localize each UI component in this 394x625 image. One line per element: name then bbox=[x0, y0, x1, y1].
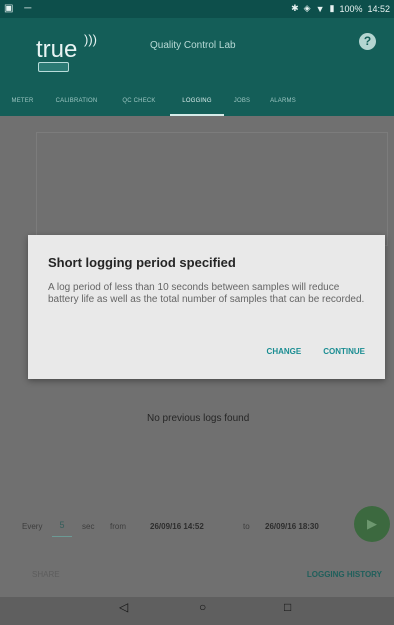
bluetooth-icon: ✱ bbox=[291, 3, 299, 13]
status-right: ✱ ◈ ▼ ▮ 100% 14:52 bbox=[291, 3, 390, 14]
status-notifications: ▣ ─ bbox=[4, 3, 36, 14]
short-logging-period-dialog: Short logging period specified A log per… bbox=[28, 235, 385, 379]
app-title: Quality Control Lab bbox=[150, 40, 236, 51]
from-label: from bbox=[110, 522, 126, 531]
status-bar: ▣ ─ ✱ ◈ ▼ ▮ 100% 14:52 bbox=[0, 0, 394, 18]
home-icon[interactable]: ○ bbox=[199, 600, 206, 614]
bottom-actions: SHARE LOGGING HISTORY bbox=[0, 560, 394, 590]
change-button[interactable]: CHANGE bbox=[267, 347, 302, 356]
battery-icon: ▮ bbox=[329, 3, 335, 13]
help-icon[interactable]: ? bbox=[359, 33, 376, 50]
logo-text: true bbox=[36, 36, 78, 63]
logging-history-button[interactable]: LOGGING HISTORY bbox=[307, 570, 382, 579]
start-logging-button[interactable]: ▶ bbox=[354, 506, 390, 542]
dialog-message: A log period of less than 10 seconds bet… bbox=[48, 282, 365, 305]
tab-calibration[interactable]: CALIBRATION bbox=[45, 90, 108, 116]
tab-qc-check[interactable]: QC CHECK bbox=[108, 90, 170, 116]
play-icon: ▶ bbox=[367, 516, 377, 531]
every-label: Every bbox=[22, 522, 43, 531]
tab-logging[interactable]: LOGGING bbox=[170, 90, 224, 116]
main-tabs: METER CALIBRATION QC CHECK LOGGING JOBS … bbox=[0, 90, 394, 116]
no-logs-message: No previous logs found bbox=[147, 413, 250, 424]
clock: 14:52 bbox=[367, 3, 390, 14]
logging-controls: Every 5 sec from 26/09/16 14:52 to 26/09… bbox=[22, 506, 394, 542]
true-logo: true ))) bbox=[36, 32, 106, 78]
continue-button[interactable]: CONTINUE bbox=[323, 347, 365, 356]
logo-wave-icon: ))) bbox=[84, 32, 97, 47]
app-toolbar: true ))) Quality Control Lab ? METER CAL… bbox=[0, 18, 394, 116]
android-navigation-bar: ◁ ○ □ bbox=[0, 597, 394, 625]
vibrate-icon: ◈ bbox=[303, 3, 311, 13]
logo-badge bbox=[38, 62, 69, 72]
share-button[interactable]: SHARE bbox=[32, 570, 60, 579]
from-date-time[interactable]: 26/09/16 14:52 bbox=[150, 522, 204, 531]
wifi-icon: ▼ bbox=[315, 3, 325, 14]
dimmed-log-panel bbox=[36, 132, 388, 246]
back-icon[interactable]: ◁ bbox=[119, 600, 128, 614]
log-period-input[interactable]: 5 bbox=[52, 518, 72, 537]
dialog-title: Short logging period specified bbox=[48, 255, 236, 270]
seconds-label: sec bbox=[82, 522, 95, 531]
tab-meter[interactable]: METER bbox=[0, 90, 45, 116]
tab-alarms[interactable]: ALARMS bbox=[260, 90, 306, 116]
recent-apps-icon[interactable]: □ bbox=[284, 600, 291, 614]
battery-percent: 100% bbox=[339, 3, 363, 14]
to-date-time[interactable]: 26/09/16 18:30 bbox=[265, 522, 319, 531]
dialog-actions: CHANGE CONTINUE bbox=[267, 347, 365, 356]
to-label: to bbox=[243, 522, 250, 531]
tab-jobs[interactable]: JOBS bbox=[224, 90, 260, 116]
